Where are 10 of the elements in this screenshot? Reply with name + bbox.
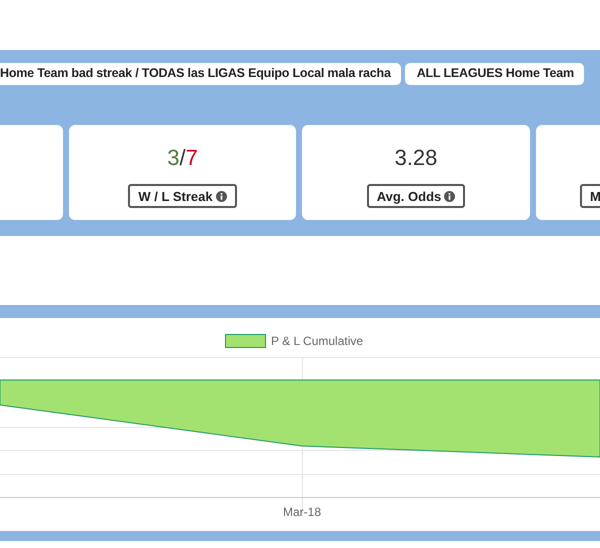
legend-label: P & L Cumulative bbox=[271, 334, 364, 348]
legend-swatch bbox=[225, 334, 266, 348]
stat-label-button[interactable]: W / L Streak bbox=[128, 184, 237, 208]
axis-label: Mar-18 bbox=[283, 505, 321, 519]
league-tag[interactable]: ALL LEAGUES Home Team bbox=[404, 63, 584, 85]
stat-label-button[interactable]: Avg. Odds bbox=[366, 184, 466, 208]
stat-value: 3.28 bbox=[394, 145, 438, 171]
stat-label-button[interactable]: M bbox=[580, 184, 600, 208]
stat-value: 3/7 bbox=[167, 145, 198, 171]
league-tag[interactable]: Home Team bad streak / TODAS las LIGAS Equipo Local mala racha bbox=[0, 63, 401, 85]
